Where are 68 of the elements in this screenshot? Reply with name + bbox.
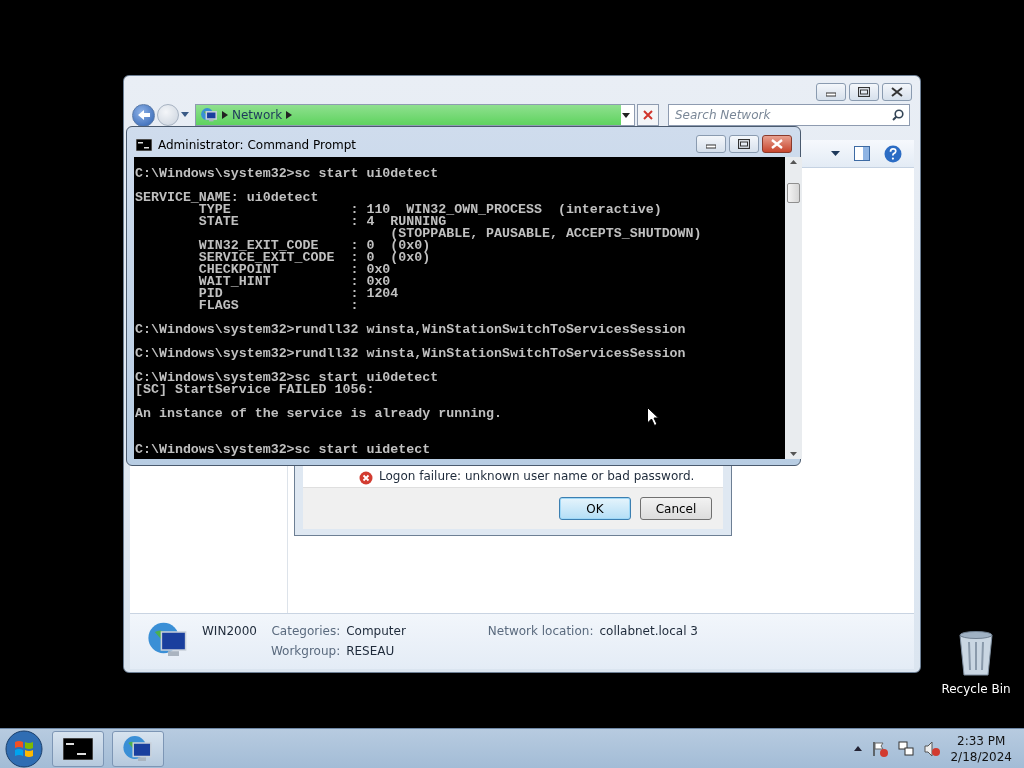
taskbar-button[interactable] bbox=[52, 730, 104, 767]
field-label: Categories: bbox=[270, 623, 341, 640]
dialog-button[interactable]: Cancel bbox=[640, 497, 712, 520]
computer-name: WIN2000 bbox=[202, 623, 257, 640]
chevron-up-icon[interactable] bbox=[854, 746, 863, 751]
console-line: WIN32_EXIT_CODE : 0 (0x0) bbox=[197, 240, 431, 252]
stop-button[interactable] bbox=[637, 104, 659, 126]
network-icon bbox=[200, 107, 218, 123]
field-label: Workgroup: bbox=[270, 643, 341, 660]
close-button[interactable] bbox=[882, 83, 912, 101]
field-value: RESEAU bbox=[346, 643, 396, 660]
field-value: collabnet.local 3 bbox=[599, 623, 698, 640]
console-line: C:\Windows\system32>sc start ui0detect bbox=[135, 372, 439, 384]
speaker-muted-icon[interactable] bbox=[924, 740, 941, 757]
preview-pane-icon[interactable] bbox=[854, 146, 870, 161]
scroll-thumb[interactable] bbox=[787, 183, 800, 203]
back-button[interactable] bbox=[132, 103, 155, 127]
chevron-icon[interactable] bbox=[222, 111, 228, 119]
console-line: (STOPPABLE, PAUSABLE, ACCEPTS_SHUTDOWN) bbox=[389, 228, 702, 240]
console-line: [SC] StartService FAILED 1056: bbox=[135, 384, 375, 396]
help-icon[interactable] bbox=[884, 144, 902, 163]
dropdown-icon[interactable] bbox=[831, 150, 840, 157]
clock-time[interactable]: 2:33 PM bbox=[950, 732, 1012, 749]
search-field[interactable]: Search Network bbox=[668, 104, 910, 126]
taskbar-button[interactable] bbox=[112, 730, 164, 767]
icon-label[interactable]: Recycle Bin bbox=[941, 680, 1011, 698]
dialog-button[interactable]: OK bbox=[559, 497, 631, 520]
console-line: FLAGS : bbox=[197, 300, 359, 312]
error-message: Logon failure: unknown user name or bad password. bbox=[379, 468, 695, 485]
console-icon bbox=[63, 737, 93, 760]
field-value: Computer bbox=[346, 623, 406, 640]
field-label: Network location: bbox=[487, 623, 594, 640]
close-icon bbox=[771, 139, 783, 149]
back-arrow-icon bbox=[136, 109, 151, 121]
clock-date[interactable]: 2/18/2024 bbox=[950, 748, 1012, 765]
close-button[interactable] bbox=[762, 135, 792, 153]
network-icon[interactable] bbox=[898, 740, 915, 757]
console-line: STATE : 4 RUNNING bbox=[197, 216, 447, 228]
console-line: C:\Windows\system32>sc start ui0detect bbox=[135, 168, 439, 180]
dropdown-icon[interactable] bbox=[622, 112, 630, 118]
maximize-icon bbox=[858, 87, 870, 97]
console-line: C:\Windows\system32>sc start uidetect bbox=[135, 441, 431, 456]
maximize-button[interactable] bbox=[849, 83, 879, 101]
console-line: WAIT_HINT : 0x0 bbox=[197, 276, 391, 288]
address-bar[interactable]: Network bbox=[195, 104, 635, 126]
cursor-icon bbox=[647, 407, 659, 426]
console-line: CHECKPOINT : 0x0 bbox=[197, 264, 391, 276]
console-line: SERVICE_EXIT_CODE : 0 (0x0) bbox=[197, 252, 431, 264]
dropdown-icon[interactable] bbox=[181, 112, 189, 118]
maximize-button[interactable] bbox=[729, 135, 759, 153]
start-button[interactable] bbox=[4, 728, 44, 768]
breadcrumb[interactable]: Network bbox=[232, 106, 283, 124]
maximize-icon bbox=[738, 139, 750, 149]
window-title: Administrator: Command Prompt bbox=[158, 137, 356, 154]
console-icon bbox=[136, 139, 152, 151]
scrollbar[interactable] bbox=[785, 157, 802, 459]
console-line: C:\Windows\system32>rundll32 winsta,WinStationSwitchToServicesSession bbox=[135, 348, 686, 360]
console-line: SERVICE_NAME: ui0detect bbox=[135, 192, 319, 204]
close-icon bbox=[891, 87, 903, 97]
close-icon bbox=[643, 110, 653, 120]
recycle-bin-icon[interactable] bbox=[957, 630, 995, 676]
console-line: TYPE : 110 WIN32_OWN_PROCESS (interactive) bbox=[198, 204, 662, 216]
chevron-icon[interactable] bbox=[286, 111, 293, 119]
console-line: PID : 1204 bbox=[197, 288, 399, 300]
console-line: An instance of the service is already running. bbox=[135, 408, 503, 420]
network-icon bbox=[122, 733, 154, 764]
flag-icon[interactable] bbox=[872, 740, 889, 757]
console-line: C:\Windows\system32>rundll32 winsta,WinStationSwitchToServicesSession bbox=[135, 324, 686, 336]
